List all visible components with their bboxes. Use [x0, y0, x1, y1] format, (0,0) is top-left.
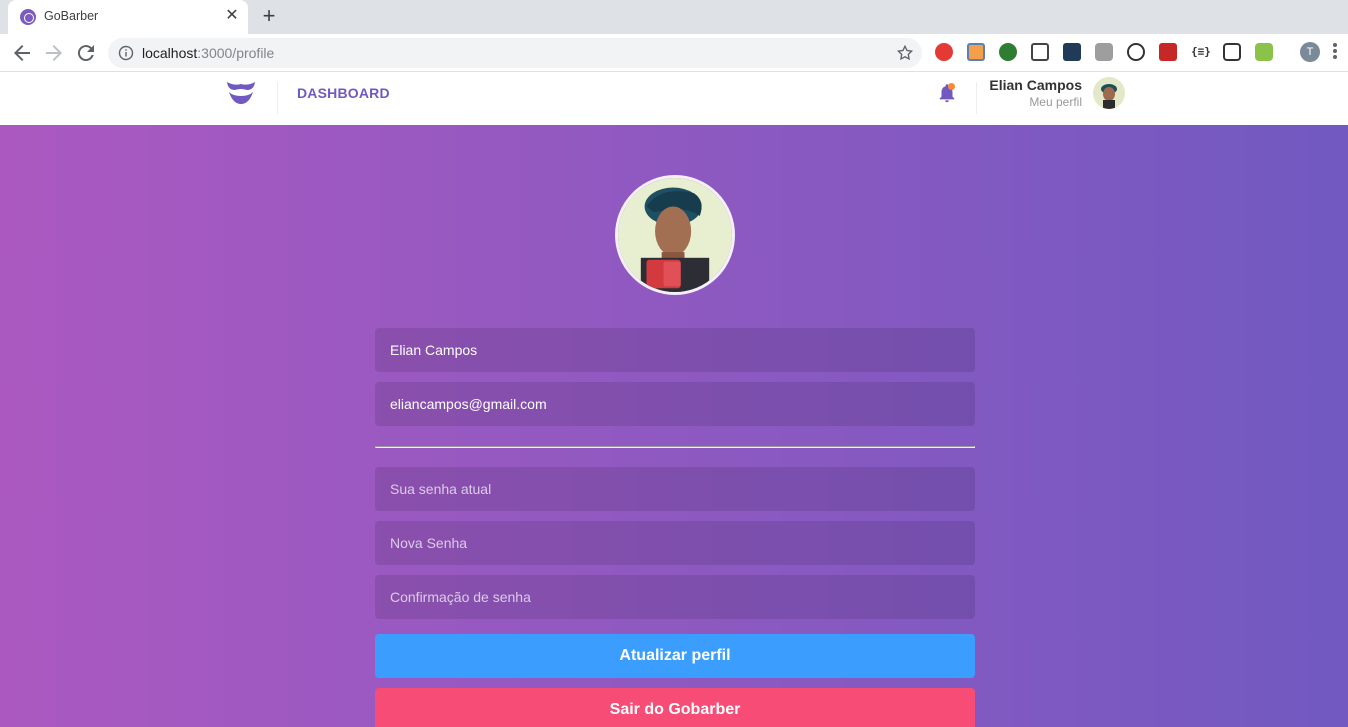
update-profile-button[interactable]: Atualizar perfil: [375, 634, 975, 678]
header-avatar: [1093, 77, 1125, 109]
notification-badge: [948, 83, 955, 90]
browser-tab[interactable]: GoBarber ✕: [8, 0, 248, 34]
extension-stop-icon[interactable]: [935, 43, 953, 61]
nav-dashboard-link[interactable]: DASHBOARD: [297, 85, 390, 101]
gobarber-logo-icon[interactable]: [224, 80, 258, 106]
forward-arrow-icon[interactable]: [42, 41, 66, 65]
tab-title: GoBarber: [44, 9, 99, 23]
extension-bus-icon[interactable]: [1223, 43, 1241, 61]
app-header: DASHBOARD Elian Campos Meu perfil: [0, 72, 1348, 125]
logout-button[interactable]: Sair do Gobarber: [375, 688, 975, 727]
address-bar[interactable]: localhost:3000/profile: [108, 38, 922, 68]
old-password-input[interactable]: [375, 467, 975, 511]
profile-avatar-upload[interactable]: [615, 175, 735, 295]
profile-page: Atualizar perfil Sair do Gobarber: [0, 125, 1348, 727]
extension-screenshot-icon[interactable]: [1031, 43, 1049, 61]
extension-camera-icon[interactable]: [1095, 43, 1113, 61]
header-divider: [277, 82, 278, 114]
extension-mask-icon[interactable]: [1127, 43, 1145, 61]
url-text: localhost:3000/profile: [142, 45, 274, 61]
extension-nodejs-icon[interactable]: [1255, 43, 1273, 61]
extension-json-icon[interactable]: {≡}: [1191, 43, 1211, 61]
site-info-icon[interactable]: [118, 45, 134, 61]
url-host: localhost: [142, 45, 198, 61]
back-arrow-icon[interactable]: [10, 41, 34, 65]
extension-globe-icon[interactable]: [999, 43, 1017, 61]
header-divider: [976, 82, 977, 114]
bookmark-star-icon[interactable]: [896, 44, 914, 62]
tab-favicon-icon: [20, 9, 36, 25]
form-separator: [375, 446, 975, 448]
browser-toolbar: localhost:3000/profile {≡} T: [0, 34, 1348, 72]
reload-icon[interactable]: [74, 41, 98, 65]
extension-pattern-icon[interactable]: [1159, 43, 1177, 61]
browser-menu-icon[interactable]: [1330, 43, 1340, 63]
email-input[interactable]: [375, 382, 975, 426]
browser-profile-avatar[interactable]: T: [1300, 42, 1320, 62]
close-tab-icon[interactable]: ✕: [222, 6, 242, 26]
header-user-name: Elian Campos: [989, 77, 1082, 93]
browser-tabstrip: GoBarber ✕ +: [0, 0, 1348, 34]
extension-arrow-icon[interactable]: [1063, 43, 1081, 61]
extension-image-icon[interactable]: [967, 43, 985, 61]
name-input[interactable]: [375, 328, 975, 372]
new-tab-icon[interactable]: +: [258, 5, 280, 28]
confirm-password-input[interactable]: [375, 575, 975, 619]
new-password-input[interactable]: [375, 521, 975, 565]
url-path: :3000/profile: [197, 45, 275, 61]
my-profile-link[interactable]: Meu perfil: [1029, 95, 1082, 109]
